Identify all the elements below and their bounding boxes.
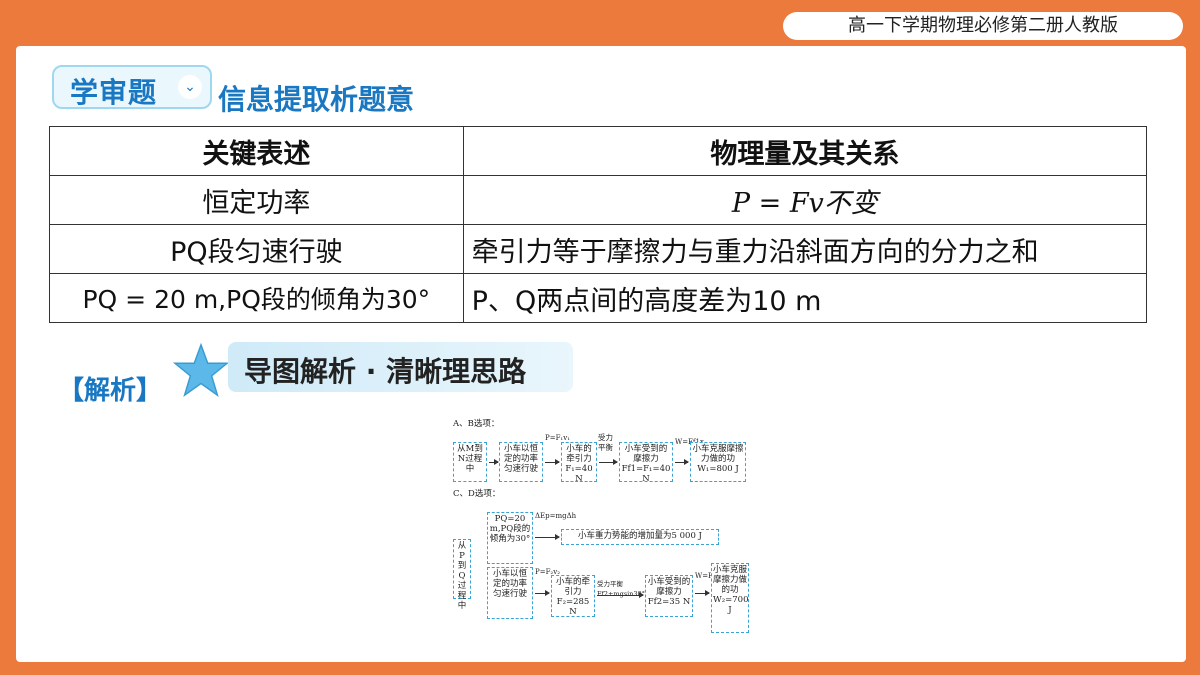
- arrow-icon: [599, 459, 618, 465]
- arrow-icon: [545, 459, 560, 465]
- table-cell: P、Q两点间的高度差为10 m: [462, 273, 1148, 323]
- chevron-down-icon: ⌄: [178, 75, 202, 99]
- arrow-icon: [489, 459, 499, 465]
- ab-box-3: 小车的牵引力F₁=40 N: [561, 442, 597, 484]
- table-cell: PQ段匀速行驶: [49, 224, 464, 274]
- star-icon: [172, 342, 230, 397]
- table-header-cell: 关键表述: [49, 126, 464, 176]
- cd-box-1: 从P到Q过程中: [453, 539, 471, 611]
- ab-box-5: 小车克服摩擦力做的功W₁=800 J: [690, 442, 746, 482]
- cd-box-3: 小车的牵引力F₂=285 N: [551, 575, 595, 617]
- table-cell: 牵引力等于摩擦力与重力沿斜面方向的分力之和: [462, 224, 1148, 274]
- ab-arrow-4-label: W=Ff1x: [675, 437, 704, 447]
- cd-box-4: 小车受到的摩擦力Ff2=35 N: [645, 575, 693, 617]
- course-title-pill: 高一下学期物理必修第二册人教版: [783, 12, 1183, 40]
- analysis-label: 【解析】: [58, 376, 163, 406]
- cd-arrow-top-label: ΔEp=mgΔh: [535, 512, 577, 520]
- guide-title-bar: 导图解析 · 清晰理思路: [228, 342, 573, 392]
- guide-title: 导图解析 · 清晰理思路: [244, 355, 527, 388]
- diagram-cd-title: C、D选项：: [453, 489, 501, 499]
- arrow-icon: [535, 534, 560, 540]
- ab-arrow-3-label: 受力平衡: [598, 433, 613, 452]
- arrow-icon: [695, 590, 710, 596]
- cd-arrow-2-label: P=F₂v₂: [535, 568, 560, 576]
- section-subtitle: 信息提取析题意: [218, 83, 415, 116]
- table-header-cell: 物理量及其关系: [462, 126, 1148, 176]
- table-row: PQ段匀速行驶 牵引力等于摩擦力与重力沿斜面方向的分力之和: [49, 224, 1148, 274]
- ab-arrow-2-label: P=F₁v₁: [545, 434, 570, 442]
- section-badge[interactable]: 学审题 ⌄: [52, 65, 212, 109]
- table-row: PQ = 20 m,PQ段的倾角为30° P、Q两点间的高度差为10 m: [49, 273, 1148, 323]
- ab-box-4: 小车受到的摩擦力Ff1=F₁=40 N: [619, 442, 673, 484]
- section-badge-label: 学审题: [70, 76, 158, 109]
- cd-box-top-result: 小车重力势能的增加量为5 000 J: [561, 529, 719, 545]
- table-cell: PQ = 20 m,PQ段的倾角为30°: [49, 273, 464, 323]
- arrow-icon: [675, 459, 689, 465]
- cd-box-5: 小车克服摩擦力做的功W₂=700 J: [711, 563, 749, 633]
- mind-map-diagram: A、B选项： 从M到N过程中 小车以恒定的功率匀速行驶 P=F₁v₁ 小车的牵引…: [445, 415, 765, 640]
- table-header-row: 关键表述 物理量及其关系: [49, 126, 1148, 176]
- arrow-icon: [597, 592, 644, 598]
- ab-box-1: 从M到N过程中: [453, 442, 487, 482]
- diagram-ab-title: A、B选项：: [453, 419, 500, 429]
- ab-box-2: 小车以恒定的功率匀速行驶: [499, 442, 543, 482]
- cd-box-2: 小车以恒定的功率匀速行驶: [487, 567, 533, 619]
- cd-arrow-4-label: W=Ff2x: [695, 572, 724, 580]
- table-row: 恒定功率 P = Fv不变: [49, 175, 1148, 225]
- arrow-icon: [535, 590, 550, 596]
- table-cell: 恒定功率: [49, 175, 464, 225]
- info-table: 关键表述 物理量及其关系 恒定功率 P = Fv不变 PQ段匀速行驶 牵引力等于…: [49, 126, 1148, 323]
- course-title: 高一下学期物理必修第二册人教版: [848, 15, 1118, 36]
- table-cell: P = Fv不变: [462, 175, 1148, 225]
- cd-box-top: PQ=20 m,PQ段的倾角为30°: [487, 512, 533, 564]
